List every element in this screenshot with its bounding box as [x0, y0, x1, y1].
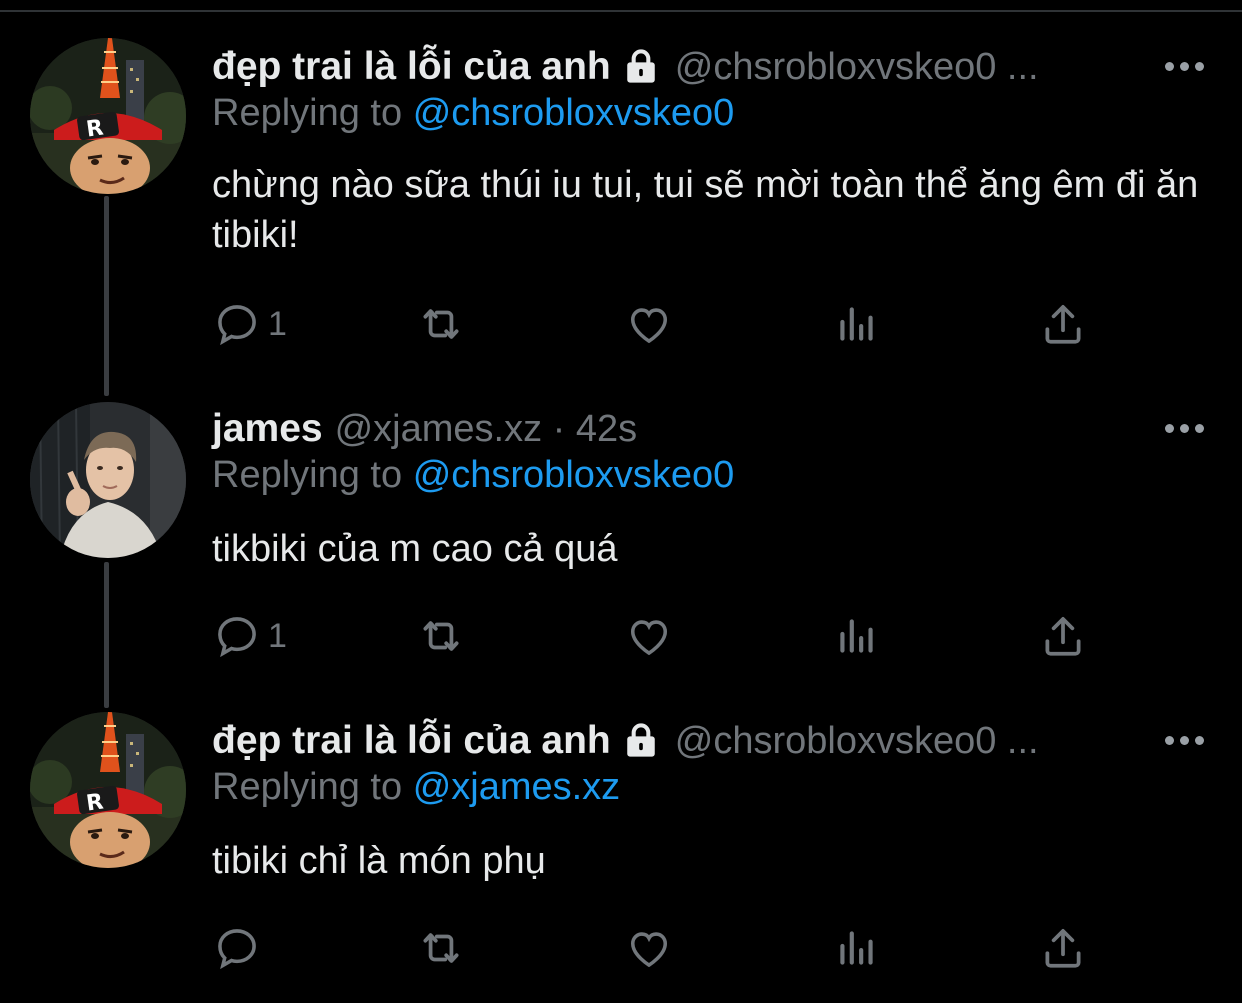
avatar[interactable]: [30, 712, 186, 868]
replying-to: Replying to @xjames.xz: [212, 766, 620, 809]
reply-count: 1: [268, 616, 287, 655]
retweet-button[interactable]: [416, 294, 466, 354]
reply-count: 1: [268, 304, 287, 343]
display-name[interactable]: james: [212, 407, 323, 451]
username-handle[interactable]: @xjames.xz · 42s: [335, 408, 638, 451]
replying-to: Replying to @chsrobloxvskeo0: [212, 92, 734, 135]
tweet[interactable]: đẹp trai là lỗi của anh @chsrobloxvskeo0…: [0, 38, 1242, 368]
tweet-text: tikbiki của m cao cả quá: [212, 528, 618, 570]
action-bar: 1: [212, 606, 1112, 666]
username-handle[interactable]: @chsrobloxvskeo0 ...: [675, 720, 1039, 763]
share-icon: [1038, 299, 1088, 349]
username-handle[interactable]: @chsrobloxvskeo0 ...: [675, 46, 1039, 89]
action-bar: 1: [212, 294, 1112, 354]
action-bar: [212, 918, 1112, 978]
lock-icon: [619, 719, 663, 763]
share-button[interactable]: [1038, 918, 1088, 978]
retweet-icon: [416, 611, 466, 661]
views-button[interactable]: [832, 294, 882, 354]
retweet-button[interactable]: [416, 606, 466, 666]
tweet-header: đẹp trai là lỗi của anh @chsrobloxvskeo0…: [212, 712, 1039, 770]
like-button[interactable]: [624, 606, 674, 666]
analytics-icon: [832, 299, 882, 349]
mention-link[interactable]: @chsrobloxvskeo0: [413, 454, 735, 496]
tweet[interactable]: đẹp trai là lỗi của anh @chsrobloxvskeo0…: [0, 712, 1242, 992]
share-button[interactable]: [1038, 294, 1088, 354]
reply-button[interactable]: [212, 918, 268, 978]
replying-prefix: Replying to: [212, 454, 403, 496]
reply-button[interactable]: 1: [212, 606, 287, 666]
retweet-button[interactable]: [416, 918, 466, 978]
tweet-text: chừng nào sữa thúi iu tui, tui sẽ mời to…: [212, 164, 1199, 256]
views-button[interactable]: [832, 606, 882, 666]
like-button[interactable]: [624, 294, 674, 354]
display-name[interactable]: đẹp trai là lỗi của anh: [212, 45, 611, 89]
more-icon[interactable]: [1154, 722, 1214, 758]
tweet[interactable]: james @xjames.xz · 42s Replying to @chsr…: [0, 400, 1242, 700]
retweet-icon: [416, 299, 466, 349]
reply-button[interactable]: 1: [212, 294, 287, 354]
reply-icon: [212, 611, 262, 661]
avatar-image: [30, 38, 186, 194]
mention-link[interactable]: @xjames.xz: [413, 766, 621, 808]
share-icon: [1038, 611, 1088, 661]
tweet-text: tibiki chỉ là món phụ: [212, 840, 546, 882]
avatar[interactable]: [30, 402, 186, 558]
heart-icon: [624, 299, 674, 349]
more-icon[interactable]: [1154, 410, 1214, 446]
analytics-icon: [832, 611, 882, 661]
reply-icon: [212, 923, 262, 973]
more-icon[interactable]: [1154, 48, 1214, 84]
avatar[interactable]: [30, 38, 186, 194]
replying-prefix: Replying to: [212, 92, 403, 134]
tweet-header: đẹp trai là lỗi của anh @chsrobloxvskeo0…: [212, 38, 1039, 96]
display-name[interactable]: đẹp trai là lỗi của anh: [212, 719, 611, 763]
lock-icon: [619, 45, 663, 89]
avatar-image: [30, 712, 186, 868]
replying-to: Replying to @chsrobloxvskeo0: [212, 454, 734, 497]
mention-link[interactable]: @chsrobloxvskeo0: [413, 92, 735, 134]
share-button[interactable]: [1038, 606, 1088, 666]
tweet-header: james @xjames.xz · 42s: [212, 400, 637, 458]
heart-icon: [624, 611, 674, 661]
share-icon: [1038, 923, 1088, 973]
top-divider: [0, 10, 1242, 12]
retweet-icon: [416, 923, 466, 973]
avatar-image: [30, 402, 186, 558]
heart-icon: [624, 923, 674, 973]
like-button[interactable]: [624, 918, 674, 978]
analytics-icon: [832, 923, 882, 973]
reply-icon: [212, 299, 262, 349]
views-button[interactable]: [832, 918, 882, 978]
replying-prefix: Replying to: [212, 766, 403, 808]
